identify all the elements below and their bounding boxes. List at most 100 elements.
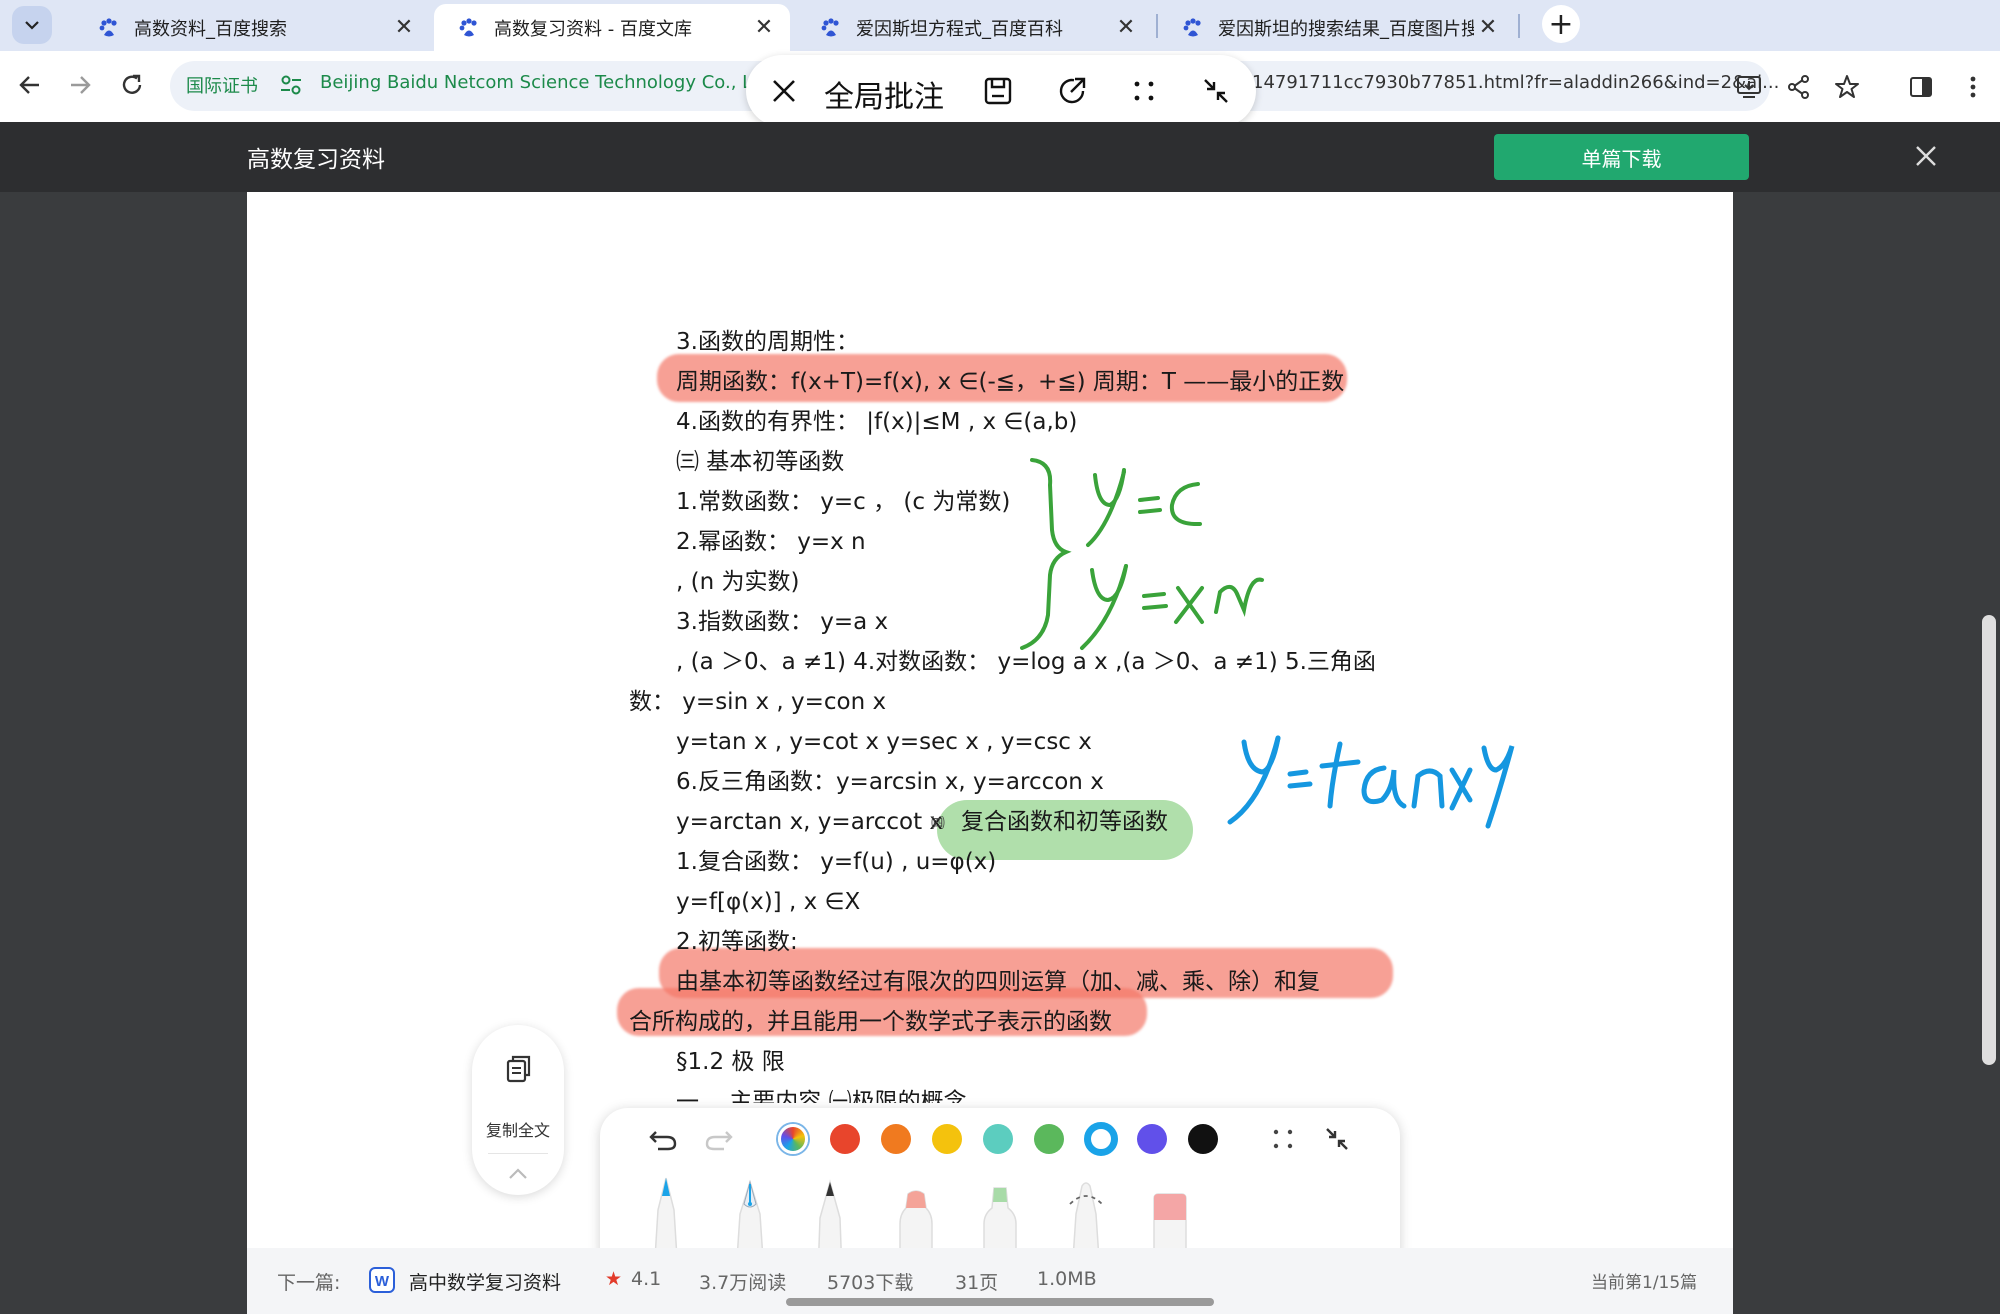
- reload-button[interactable]: [112, 65, 152, 105]
- doc-line: 3.函数的周期性：: [676, 329, 859, 355]
- close-tab-icon[interactable]: ✕: [1112, 14, 1140, 42]
- doc-line: y=arctan x, y=arccot x: [676, 809, 944, 835]
- redo-icon[interactable]: [702, 1122, 736, 1156]
- doc-line: 1.复合函数： y=f(u) , u=φ(x): [676, 849, 997, 875]
- baidu-paw-icon: [821, 17, 839, 36]
- color-picker-swatch[interactable]: [778, 1124, 808, 1154]
- baidu-paw-icon: [459, 17, 477, 36]
- color-swatch-orange[interactable]: [881, 1124, 911, 1154]
- certificate-label[interactable]: 国际证书: [186, 72, 258, 98]
- document-header: 高数复习资料 单篇下载: [0, 122, 2000, 192]
- tab-strip: 高数资料_百度搜索 ✕ 高数复习资料 - 百度文库 ✕ 爱因斯坦方程式_百度百科…: [0, 0, 2000, 51]
- doc-line: §1.2 极 限: [676, 1049, 785, 1075]
- svg-text:W: W: [375, 1273, 390, 1290]
- doc-line: 6.反三角函数：y=arcsin x, y=arccon x: [676, 769, 1104, 795]
- doc-line: 由基本初等函数经过有限次的四则运算（加、减、乘、除）和复: [676, 969, 1320, 995]
- arrow-right-icon: [71, 76, 91, 94]
- color-swatch-teal[interactable]: [983, 1124, 1013, 1154]
- tab-title: 高数复习资料 - 百度文库: [494, 18, 692, 40]
- tab-title: 爱因斯坦方程式_百度百科: [856, 18, 1063, 40]
- save-icon[interactable]: [980, 73, 1016, 109]
- collapse-icon[interactable]: [1198, 73, 1234, 109]
- close-tab-icon[interactable]: ✕: [1474, 14, 1502, 42]
- color-swatch-green[interactable]: [1034, 1124, 1064, 1154]
- doc-line: 周期函数：f(x+T)=f(x), x ∈(-≦，+≦) 周期：T ——最小的正…: [676, 369, 1345, 395]
- share-icon[interactable]: [1782, 70, 1816, 104]
- copy-icon: [506, 1055, 531, 1083]
- export-share-icon[interactable]: [1054, 73, 1090, 109]
- doc-line: 复合函数和初等函数: [961, 809, 1168, 835]
- back-button[interactable]: [10, 65, 50, 105]
- drag-handle-icon[interactable]: [1126, 73, 1162, 109]
- side-panel-icon[interactable]: [1904, 70, 1938, 104]
- horizontal-scrollbar[interactable]: [786, 1298, 1214, 1306]
- doc-line: , (a ＞0、a ≠1) 4.对数函数： y=log a x ,(a ＞0、a…: [676, 649, 1376, 675]
- file-size: 1.0MB: [1037, 1268, 1097, 1290]
- doc-line: ㈢ 基本初等函数: [676, 449, 845, 475]
- next-doc-title[interactable]: 高中数学复习资料: [409, 1268, 561, 1295]
- url-text[interactable]: 14791711cc7930b77851.html?fr=aladdin266&…: [1252, 72, 1779, 93]
- plus-icon: +: [1548, 6, 1574, 42]
- undo-icon[interactable]: [646, 1122, 680, 1156]
- color-swatch-blue-selected[interactable]: [1084, 1122, 1118, 1156]
- download-count: 5703下载: [827, 1272, 914, 1294]
- baidu-paw-icon: [99, 17, 117, 36]
- color-swatch-black[interactable]: [1188, 1124, 1218, 1154]
- divider: [488, 1153, 548, 1154]
- baidu-paw-icon: [1183, 17, 1201, 36]
- next-doc-label: 下一篇:: [277, 1272, 341, 1294]
- doc-line: 2.初等函数:: [676, 929, 798, 955]
- star-icon: ★: [605, 1268, 623, 1290]
- doc-line-marker: ㈣: [931, 816, 945, 832]
- reload-icon: [122, 74, 142, 94]
- close-tab-icon[interactable]: ✕: [750, 14, 778, 42]
- doc-line: 1.常数函数： y=c ， (c 为常数): [676, 489, 1011, 515]
- close-annotation-icon[interactable]: [766, 73, 802, 109]
- doc-line: , (n 为实数): [676, 569, 800, 595]
- color-swatch-yellow[interactable]: [932, 1124, 962, 1154]
- site-settings-icon[interactable]: [278, 72, 304, 98]
- doc-line: 合所构成的，并且能用一个数学式子表示的函数: [629, 1009, 1112, 1035]
- vertical-scrollbar[interactable]: [1982, 615, 1996, 1065]
- new-tab-button[interactable]: +: [1542, 5, 1580, 43]
- color-swatch-purple[interactable]: [1137, 1124, 1167, 1154]
- collapse-toolbar-icon[interactable]: [1320, 1122, 1354, 1156]
- tab-separator: [1518, 14, 1520, 38]
- tab-baidu-images[interactable]: 爱因斯坦的搜索结果_百度图片搜 ✕: [1158, 4, 1514, 51]
- word-file-icon: W: [369, 1267, 395, 1293]
- tab-search-button[interactable]: [12, 6, 52, 44]
- forward-button[interactable]: [60, 65, 100, 105]
- drag-handle-icon[interactable]: [1266, 1122, 1300, 1156]
- chevron-up-icon[interactable]: [506, 1165, 530, 1183]
- global-annotation-bar: 全局批注: [746, 55, 1256, 127]
- doc-line: 数： y=sin x , y=con x: [629, 689, 887, 715]
- tab-baike[interactable]: 爱因斯坦方程式_百度百科 ✕: [796, 4, 1152, 51]
- doc-line: 4.函数的有界性： |f(x)|≤M , x ∈(a,b): [676, 409, 1078, 435]
- doc-line: y=f[φ(x)] , x ∈X: [676, 889, 861, 915]
- copy-all-button[interactable]: 复制全文: [472, 1025, 564, 1195]
- rating-value: 4.1: [631, 1268, 662, 1290]
- download-button[interactable]: 单篇下载: [1494, 134, 1749, 180]
- doc-line: y=tan x , y=cot x y=sec x , y=csc x: [676, 729, 1092, 755]
- close-tab-icon[interactable]: ✕: [390, 14, 418, 42]
- arrow-left-icon: [19, 76, 39, 94]
- annotation-title: 全局批注: [824, 80, 944, 115]
- tab-baidu-search[interactable]: 高数资料_百度搜索 ✕: [74, 4, 430, 51]
- tab-baidu-wenku[interactable]: 高数复习资料 - 百度文库 ✕: [434, 4, 790, 51]
- tab-title: 爱因斯坦的搜索结果_百度图片搜: [1218, 18, 1474, 40]
- copy-all-label: 复制全文: [485, 1121, 550, 1140]
- site-organization: Beijing Baidu Netcom Science Technology …: [320, 72, 778, 93]
- document-title: 高数复习资料: [247, 147, 385, 173]
- tab-title: 高数资料_百度搜索: [134, 18, 287, 40]
- page-count: 31页: [955, 1272, 999, 1294]
- close-reader-icon[interactable]: [1908, 138, 1944, 174]
- bookmark-star-icon[interactable]: [1830, 70, 1864, 104]
- chevron-down-icon: [25, 21, 39, 30]
- color-swatch-red[interactable]: [830, 1124, 860, 1154]
- more-menu-icon[interactable]: [1956, 70, 1990, 104]
- doc-line: 3.指数函数： y=a x: [676, 609, 889, 635]
- install-app-icon[interactable]: [1732, 70, 1766, 104]
- read-count: 3.7万阅读: [699, 1272, 787, 1294]
- doc-position: 当前第1/15篇: [1591, 1273, 1698, 1293]
- doc-line: 2.幂函数： y=x n: [676, 529, 866, 555]
